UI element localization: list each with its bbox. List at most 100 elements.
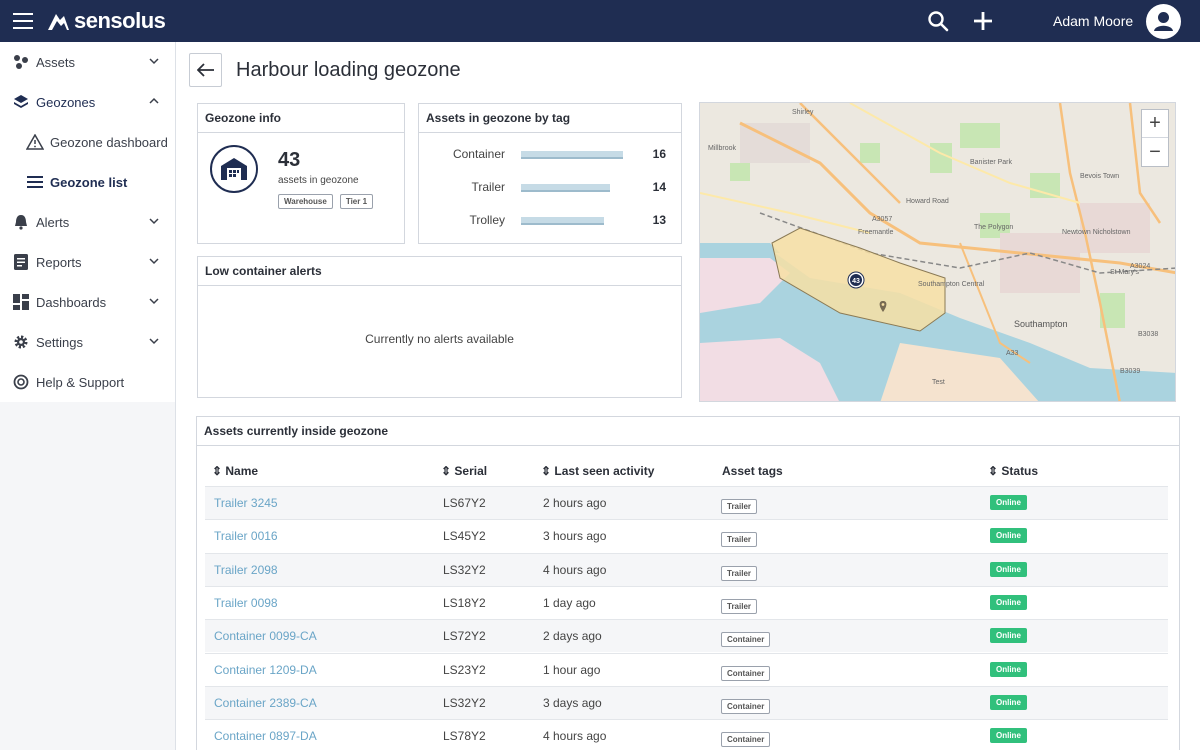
back-button[interactable]	[189, 53, 222, 87]
card-title: Assets in geozone by tag	[419, 104, 681, 133]
asset-serial: LS72Y2	[443, 629, 486, 644]
list-icon	[26, 173, 44, 191]
asset-tag-badge: Trailer	[721, 598, 758, 614]
geozone-map[interactable]: 43 Shirley Millbrook Freemantle Southamp…	[699, 102, 1176, 402]
map-label: A33	[1006, 350, 1019, 357]
avatar[interactable]	[1146, 4, 1181, 39]
table-row[interactable]: Trailer 0098 LS18Y2 1 day ago Trailer Online	[205, 585, 1168, 619]
map-label: Banister Park	[970, 159, 1013, 166]
table-row[interactable]: Container 2389-CA LS32Y2 3 days ago Contain…	[205, 685, 1168, 719]
chevron-down-icon	[149, 58, 159, 65]
sidebar-item-label: Help & Support	[36, 374, 125, 390]
sidebar-item-geozone-list[interactable]: Geozone list	[0, 162, 175, 202]
brand-logo[interactable]: sensolus	[46, 8, 166, 34]
table-row[interactable]: Container 0897-DA LS78Y2 4 hours ago Contai…	[205, 719, 1168, 750]
asset-name-link[interactable]: Trailer 3245	[214, 496, 278, 510]
sidebar-item-settings[interactable]: Settings	[0, 322, 175, 362]
warning-icon	[26, 133, 44, 151]
asset-name-link[interactable]: Container 1209-DA	[214, 663, 317, 677]
tag-bar	[521, 151, 623, 159]
asset-serial: LS18Y2	[443, 595, 486, 610]
asset-last-seen: 2 hours ago	[543, 496, 607, 510]
asset-tag-badge: Container	[721, 732, 771, 748]
map-label: Shirley	[792, 109, 814, 116]
warehouse-icon	[210, 145, 258, 193]
add-icon[interactable]	[971, 9, 995, 33]
column-header-name[interactable]: ⇕ Name	[212, 464, 258, 478]
top-bar: sensolus Adam Moore	[0, 0, 1200, 42]
table-row[interactable]: Container 0099-CA LS72Y2 2 days ago Contain…	[205, 619, 1168, 653]
sidebar-item-reports[interactable]: Reports	[0, 242, 175, 282]
brand-name: sensolus	[74, 8, 166, 33]
asset-name-link[interactable]: Trailer 0098	[214, 596, 278, 610]
tag-bar-value: 16	[652, 147, 666, 161]
sidebar-item-label: Assets	[36, 54, 76, 70]
tag-badge: Tier 1	[339, 194, 374, 209]
sidebar-item-alerts[interactable]: Alerts	[0, 202, 175, 242]
page-title: Harbour loading geozone	[236, 59, 461, 81]
sidebar-item-label: Dashboards	[36, 294, 107, 310]
map-zoom-controls: + −	[1141, 109, 1169, 167]
tag-bar-chart: Container 16 Trailer 14 Trolley 13	[419, 133, 681, 243]
sidebar-item-help-support[interactable]: Help & Support	[0, 362, 175, 402]
table-row[interactable]: Container 1209-DA LS23Y2 1 hour ago Contain…	[205, 652, 1168, 686]
status-badge: Online	[990, 628, 1027, 644]
asset-tag-badge: Trailer	[721, 499, 758, 514]
bell-icon	[12, 213, 30, 231]
column-header-status[interactable]: ⇕ Status	[988, 464, 1038, 478]
asset-serial: LS32Y2	[443, 562, 486, 577]
sidebar-item-label: Settings	[36, 334, 83, 350]
table-row[interactable]: Trailer 2098 LS32Y2 4 hours ago Trailer Onli…	[205, 552, 1168, 586]
sidebar-item-geozones[interactable]: Geozones	[0, 82, 175, 122]
search-icon[interactable]	[926, 9, 950, 33]
map-label: Bevois Town	[1080, 173, 1120, 180]
map-canvas: 43	[700, 103, 1175, 401]
sidebar-item-assets[interactable]: Assets	[0, 42, 175, 82]
map-marker-count[interactable]: 43	[852, 278, 860, 285]
tag-bar-row: Trailer 14	[419, 177, 681, 197]
asset-last-seen: 1 day ago	[543, 595, 596, 610]
chevron-down-icon	[149, 338, 159, 345]
card-title: Low container alerts	[198, 257, 681, 286]
column-header-serial[interactable]: ⇕ Serial	[441, 464, 487, 478]
map-label: Test	[932, 379, 945, 386]
tag-bar	[521, 217, 604, 225]
chevron-down-icon	[149, 218, 159, 225]
asset-serial: LS67Y2	[443, 496, 486, 510]
table-row[interactable]: Trailer 0016 LS45Y2 3 hours ago Trailer Onli…	[205, 519, 1168, 552]
tag-bar-value: 13	[652, 213, 666, 227]
asset-serial: LS23Y2	[443, 662, 486, 677]
table-row[interactable]: Trailer 3245 LS67Y2 2 hours ago Trailer Onli…	[205, 486, 1168, 519]
tag-bar-value: 14	[652, 180, 666, 194]
dashboard-icon	[12, 293, 30, 311]
zoom-out-button[interactable]: −	[1142, 138, 1168, 166]
map-label: A3057	[872, 216, 893, 223]
low-container-alerts-card: Low container alerts Currently no alerts…	[197, 256, 682, 398]
sidebar-item-dashboards[interactable]: Dashboards	[0, 282, 175, 322]
asset-name-link[interactable]: Trailer 2098	[214, 563, 278, 577]
zoom-in-button[interactable]: +	[1142, 110, 1168, 138]
asset-name-link[interactable]: Trailer 0016	[214, 529, 278, 543]
user-name[interactable]: Adam Moore	[1053, 13, 1133, 29]
column-header-asset-tags: Asset tags	[722, 464, 783, 478]
status-badge: Online	[990, 528, 1027, 544]
sidebar-item-geozone-dashboard[interactable]: Geozone dashboard	[0, 122, 175, 162]
asset-name-link[interactable]: Container 0897-DA	[214, 729, 317, 743]
asset-tag-badge: Container	[721, 698, 771, 714]
status-badge: Online	[990, 594, 1027, 610]
chevron-up-icon	[149, 97, 159, 104]
tag-bar-label: Trailer	[471, 180, 505, 194]
geozone-info-card: Geozone info 43 assets in geozone Wareho…	[197, 103, 405, 244]
asset-tag-badge: Trailer	[721, 532, 758, 548]
asset-name-link[interactable]: Container 0099-CA	[214, 629, 317, 643]
user-icon	[1154, 12, 1173, 31]
column-header-last-seen[interactable]: ⇕ Last seen activity	[541, 464, 654, 478]
map-label: Millbrook	[708, 145, 737, 152]
asset-name-link[interactable]: Container 2389-CA	[214, 696, 317, 710]
map-label: B3039	[1120, 368, 1141, 375]
sidebar-item-label: Geozone dashboard	[50, 134, 168, 150]
menu-icon[interactable]	[13, 13, 33, 29]
asset-serial: LS45Y2	[443, 529, 486, 544]
asset-serial: LS78Y2	[443, 729, 486, 744]
status-badge: Online	[990, 561, 1027, 577]
